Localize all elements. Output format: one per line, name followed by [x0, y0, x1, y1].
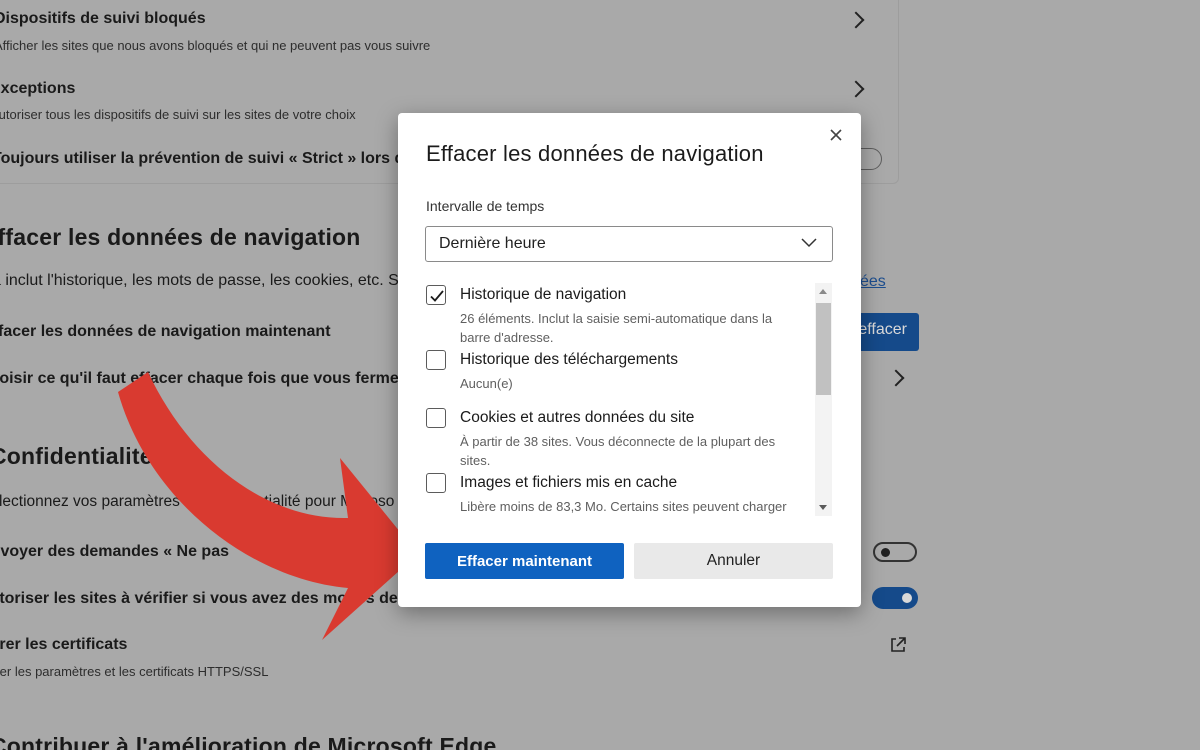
time-range-label: Intervalle de temps: [426, 198, 545, 214]
dialog-title: Effacer les données de navigation: [426, 141, 764, 166]
download-history-checkbox[interactable]: [426, 350, 446, 370]
scrollbar-thumb[interactable]: [816, 303, 831, 395]
time-range-select[interactable]: Dernière heure: [425, 226, 833, 262]
cache-checkbox[interactable]: [426, 473, 446, 493]
time-range-value: Dernière heure: [439, 235, 546, 252]
browsing-history-title: Historique de navigation: [460, 286, 627, 303]
download-history-title: Historique des téléchargements: [460, 351, 678, 368]
scroll-up-icon[interactable]: [819, 289, 827, 294]
list-scrollbar[interactable]: [815, 283, 832, 516]
browsing-history-checkbox[interactable]: [426, 285, 446, 305]
cancel-button[interactable]: Annuler: [634, 543, 833, 579]
download-history-description: Aucun(e): [460, 376, 513, 391]
close-icon[interactable]: [828, 127, 844, 143]
data-types-list[interactable]: Historique de navigation 26 éléments. In…: [422, 283, 832, 516]
cookies-title: Cookies et autres données du site: [460, 409, 695, 426]
cookies-description: À partir de 38 sites. Vous déconnecte de…: [460, 434, 776, 468]
chevron-down-icon: [801, 238, 817, 248]
scroll-down-icon[interactable]: [819, 505, 827, 510]
cache-description: Libère moins de 83,3 Mo. Certains sites …: [460, 499, 787, 514]
cookies-checkbox[interactable]: [426, 408, 446, 428]
check-icon: [430, 290, 444, 302]
browsing-history-description: 26 éléments. Inclut la saisie semi-autom…: [460, 311, 773, 345]
cache-title: Images et fichiers mis en cache: [460, 474, 678, 491]
clear-now-button[interactable]: Effacer maintenant: [425, 543, 624, 579]
clear-browsing-data-dialog: Effacer les données de navigation Interv…: [398, 113, 861, 607]
